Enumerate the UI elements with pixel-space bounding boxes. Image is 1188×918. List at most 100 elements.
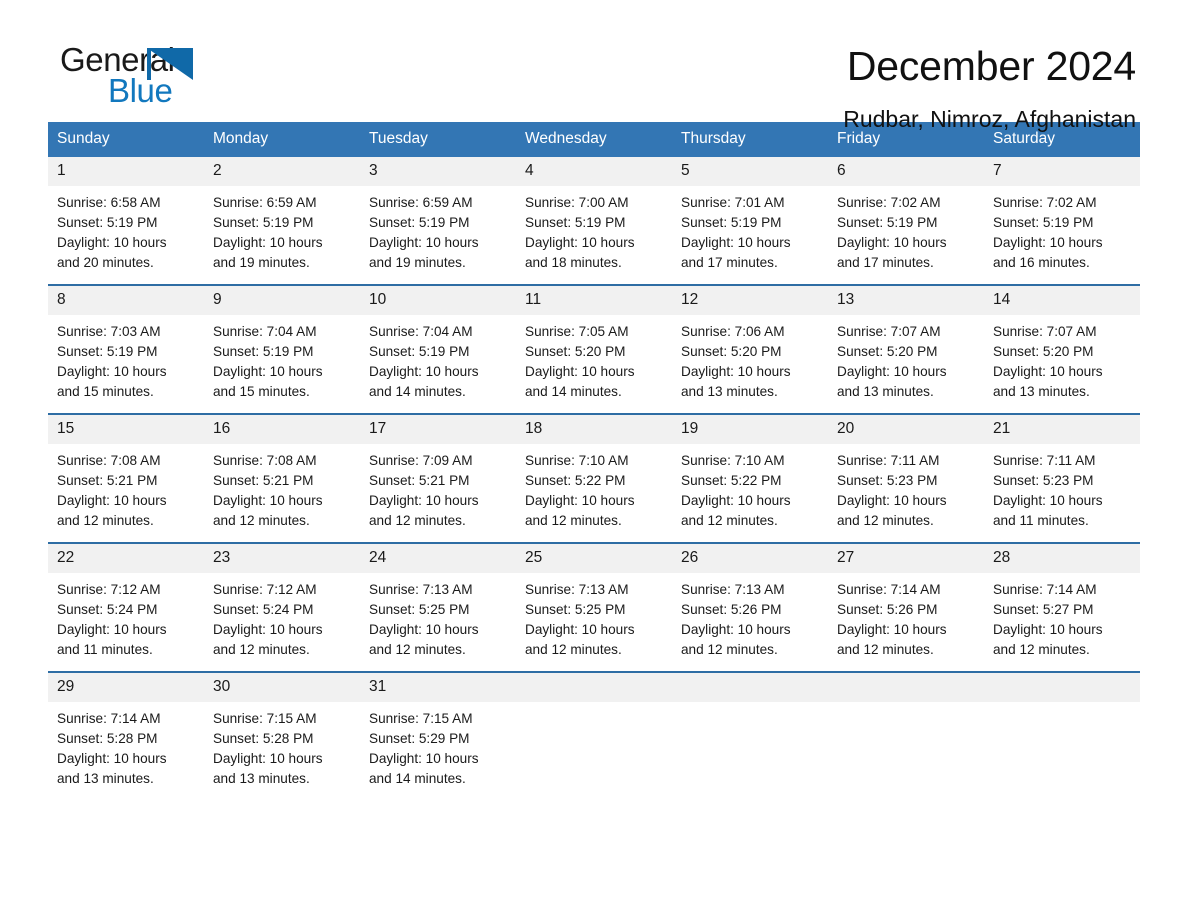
sunset-text: Sunset: 5:19 PM [993, 215, 1094, 230]
day-cell[interactable]: 1 Sunrise: 6:58 AM Sunset: 5:19 PM Dayli… [48, 157, 204, 273]
daylight-text-line2: and 15 minutes. [57, 384, 154, 399]
day-cell[interactable]: 15 Sunrise: 7:08 AM Sunset: 5:21 PM Dayl… [48, 415, 204, 531]
daylight-text-line1: Daylight: 10 hours [681, 364, 791, 379]
sunset-text: Sunset: 5:24 PM [213, 602, 314, 617]
sunrise-text: Sunrise: 7:08 AM [213, 453, 317, 468]
day-number: 23 [204, 544, 360, 573]
day-cell[interactable]: 27 Sunrise: 7:14 AM Sunset: 5:26 PM Dayl… [828, 544, 984, 660]
daylight-text-line1: Daylight: 10 hours [681, 235, 791, 250]
sunset-text: Sunset: 5:19 PM [525, 215, 626, 230]
day-number [828, 673, 984, 702]
daylight-text-line2: and 12 minutes. [369, 513, 466, 528]
day-cell[interactable]: 25 Sunrise: 7:13 AM Sunset: 5:25 PM Dayl… [516, 544, 672, 660]
sunset-text: Sunset: 5:22 PM [681, 473, 782, 488]
sunrise-text: Sunrise: 7:12 AM [213, 582, 317, 597]
daylight-text-line1: Daylight: 10 hours [993, 235, 1103, 250]
day-details: Sunrise: 7:13 AM Sunset: 5:26 PM Dayligh… [672, 573, 828, 660]
day-cell[interactable]: 17 Sunrise: 7:09 AM Sunset: 5:21 PM Dayl… [360, 415, 516, 531]
day-cell[interactable]: 9 Sunrise: 7:04 AM Sunset: 5:19 PM Dayli… [204, 286, 360, 402]
day-cell[interactable]: 13 Sunrise: 7:07 AM Sunset: 5:20 PM Dayl… [828, 286, 984, 402]
day-details: Sunrise: 6:59 AM Sunset: 5:19 PM Dayligh… [204, 186, 360, 273]
day-number [984, 673, 1140, 702]
day-number: 22 [48, 544, 204, 573]
sunrise-text: Sunrise: 7:07 AM [993, 324, 1097, 339]
sunset-text: Sunset: 5:21 PM [213, 473, 314, 488]
daylight-text-line1: Daylight: 10 hours [837, 235, 947, 250]
day-cell[interactable]: 14 Sunrise: 7:07 AM Sunset: 5:20 PM Dayl… [984, 286, 1140, 402]
sunset-text: Sunset: 5:28 PM [57, 731, 158, 746]
day-details: Sunrise: 7:08 AM Sunset: 5:21 PM Dayligh… [204, 444, 360, 531]
calendar-page: General Blue December 2024 Rudbar, Nimro… [0, 0, 1188, 918]
day-cell[interactable]: 19 Sunrise: 7:10 AM Sunset: 5:22 PM Dayl… [672, 415, 828, 531]
day-cell[interactable]: 26 Sunrise: 7:13 AM Sunset: 5:26 PM Dayl… [672, 544, 828, 660]
daylight-text-line1: Daylight: 10 hours [525, 622, 635, 637]
day-number: 17 [360, 415, 516, 444]
day-number: 6 [828, 157, 984, 186]
sunset-text: Sunset: 5:22 PM [525, 473, 626, 488]
day-details: Sunrise: 6:59 AM Sunset: 5:19 PM Dayligh… [360, 186, 516, 273]
day-cell[interactable]: 21 Sunrise: 7:11 AM Sunset: 5:23 PM Dayl… [984, 415, 1140, 531]
day-number: 12 [672, 286, 828, 315]
day-number [672, 673, 828, 702]
day-cell[interactable]: 20 Sunrise: 7:11 AM Sunset: 5:23 PM Dayl… [828, 415, 984, 531]
day-cell[interactable]: 24 Sunrise: 7:13 AM Sunset: 5:25 PM Dayl… [360, 544, 516, 660]
day-number: 21 [984, 415, 1140, 444]
day-cell[interactable]: 18 Sunrise: 7:10 AM Sunset: 5:22 PM Dayl… [516, 415, 672, 531]
day-cell[interactable]: 16 Sunrise: 7:08 AM Sunset: 5:21 PM Dayl… [204, 415, 360, 531]
generalblue-logo[interactable]: General Blue [48, 42, 308, 122]
day-cell[interactable]: 29 Sunrise: 7:14 AM Sunset: 5:28 PM Dayl… [48, 673, 204, 789]
day-cell[interactable]: 30 Sunrise: 7:15 AM Sunset: 5:28 PM Dayl… [204, 673, 360, 789]
day-number: 19 [672, 415, 828, 444]
daylight-text-line2: and 19 minutes. [213, 255, 310, 270]
day-cell[interactable]: 28 Sunrise: 7:14 AM Sunset: 5:27 PM Dayl… [984, 544, 1140, 660]
daylight-text-line1: Daylight: 10 hours [681, 622, 791, 637]
day-cell[interactable]: 2 Sunrise: 6:59 AM Sunset: 5:19 PM Dayli… [204, 157, 360, 273]
day-cell[interactable]: 3 Sunrise: 6:59 AM Sunset: 5:19 PM Dayli… [360, 157, 516, 273]
day-details: Sunrise: 7:14 AM Sunset: 5:28 PM Dayligh… [48, 702, 204, 789]
day-details: Sunrise: 7:01 AM Sunset: 5:19 PM Dayligh… [672, 186, 828, 273]
daylight-text-line2: and 14 minutes. [369, 384, 466, 399]
day-details: Sunrise: 6:58 AM Sunset: 5:19 PM Dayligh… [48, 186, 204, 273]
sunset-text: Sunset: 5:24 PM [57, 602, 158, 617]
daylight-text-line2: and 12 minutes. [681, 642, 778, 657]
day-details: Sunrise: 7:09 AM Sunset: 5:21 PM Dayligh… [360, 444, 516, 531]
weekday-header-tuesday: Tuesday [369, 130, 428, 147]
daylight-text-line2: and 16 minutes. [993, 255, 1090, 270]
day-details: Sunrise: 7:02 AM Sunset: 5:19 PM Dayligh… [984, 186, 1140, 273]
daylight-text-line1: Daylight: 10 hours [837, 622, 947, 637]
day-cell[interactable]: 6 Sunrise: 7:02 AM Sunset: 5:19 PM Dayli… [828, 157, 984, 273]
calendar-week-row: 8 Sunrise: 7:03 AM Sunset: 5:19 PM Dayli… [48, 284, 1140, 402]
day-number: 1 [48, 157, 204, 186]
weekday-header-row: Sunday Monday Tuesday Wednesday Thursday… [48, 122, 1140, 157]
day-cell[interactable]: 5 Sunrise: 7:01 AM Sunset: 5:19 PM Dayli… [672, 157, 828, 273]
daylight-text-line2: and 12 minutes. [525, 642, 622, 657]
calendar-week-row: 15 Sunrise: 7:08 AM Sunset: 5:21 PM Dayl… [48, 413, 1140, 531]
day-number: 15 [48, 415, 204, 444]
day-cell[interactable]: 4 Sunrise: 7:00 AM Sunset: 5:19 PM Dayli… [516, 157, 672, 273]
daylight-text-line1: Daylight: 10 hours [213, 493, 323, 508]
day-cell[interactable]: 22 Sunrise: 7:12 AM Sunset: 5:24 PM Dayl… [48, 544, 204, 660]
weekday-header-sunday: Sunday [57, 130, 110, 147]
day-cell[interactable]: 31 Sunrise: 7:15 AM Sunset: 5:29 PM Dayl… [360, 673, 516, 789]
day-cell-empty [672, 673, 828, 789]
day-details: Sunrise: 7:08 AM Sunset: 5:21 PM Dayligh… [48, 444, 204, 531]
sunrise-text: Sunrise: 7:04 AM [213, 324, 317, 339]
weekday-header-saturday: Saturday [993, 130, 1056, 147]
calendar-week-row: 22 Sunrise: 7:12 AM Sunset: 5:24 PM Dayl… [48, 542, 1140, 660]
sunrise-text: Sunrise: 7:15 AM [369, 711, 473, 726]
daylight-text-line2: and 19 minutes. [369, 255, 466, 270]
day-details: Sunrise: 7:11 AM Sunset: 5:23 PM Dayligh… [984, 444, 1140, 531]
sunset-text: Sunset: 5:29 PM [369, 731, 470, 746]
day-details: Sunrise: 7:07 AM Sunset: 5:20 PM Dayligh… [984, 315, 1140, 402]
sunrise-text: Sunrise: 7:11 AM [993, 453, 1096, 468]
day-cell[interactable]: 11 Sunrise: 7:05 AM Sunset: 5:20 PM Dayl… [516, 286, 672, 402]
day-cell[interactable]: 8 Sunrise: 7:03 AM Sunset: 5:19 PM Dayli… [48, 286, 204, 402]
day-details: Sunrise: 7:12 AM Sunset: 5:24 PM Dayligh… [204, 573, 360, 660]
day-number: 9 [204, 286, 360, 315]
day-cell[interactable]: 12 Sunrise: 7:06 AM Sunset: 5:20 PM Dayl… [672, 286, 828, 402]
day-cell[interactable]: 7 Sunrise: 7:02 AM Sunset: 5:19 PM Dayli… [984, 157, 1140, 273]
daylight-text-line2: and 17 minutes. [681, 255, 778, 270]
day-cell[interactable]: 10 Sunrise: 7:04 AM Sunset: 5:19 PM Dayl… [360, 286, 516, 402]
day-cell[interactable]: 23 Sunrise: 7:12 AM Sunset: 5:24 PM Dayl… [204, 544, 360, 660]
daylight-text-line2: and 11 minutes. [993, 513, 1089, 528]
